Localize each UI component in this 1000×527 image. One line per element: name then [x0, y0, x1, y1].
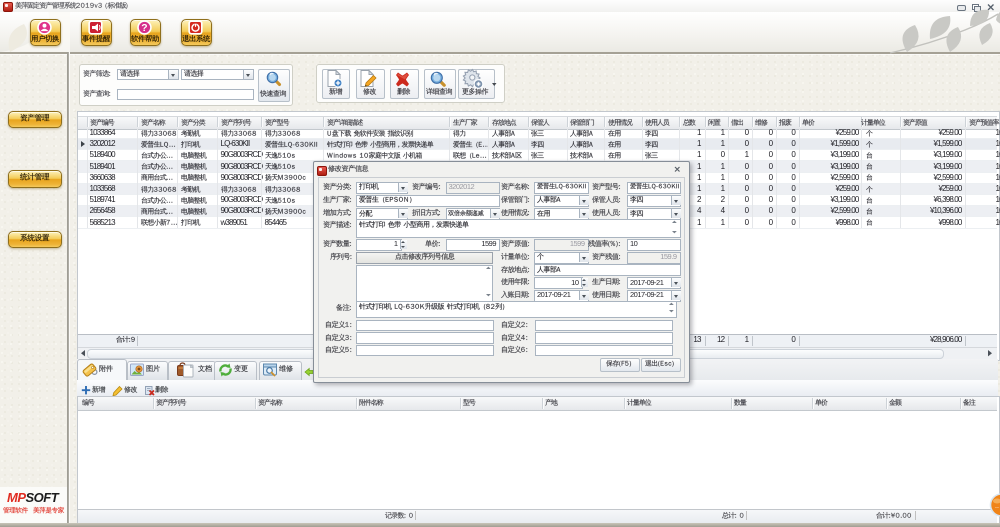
svg-text:?: ?: [141, 23, 147, 34]
svg-text:..: ..: [995, 503, 999, 510]
